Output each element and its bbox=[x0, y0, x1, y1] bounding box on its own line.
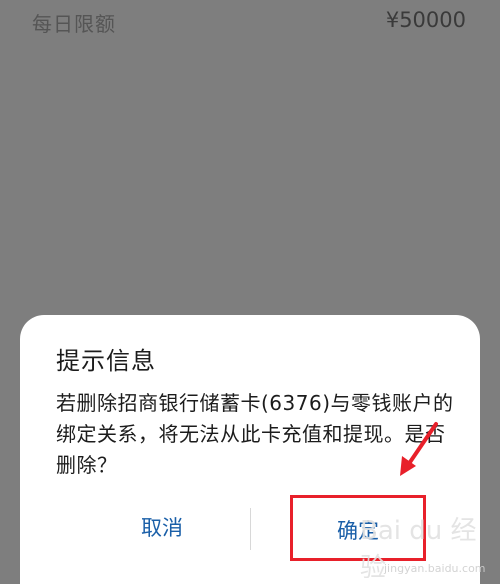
annotation-arrow-icon bbox=[400, 422, 438, 476]
dialog-title: 提示信息 bbox=[56, 347, 156, 375]
daily-limit-label: 每日限额 bbox=[32, 12, 116, 36]
baidu-watermark: Bai du 经验 jingyan.baidu.com bbox=[360, 510, 490, 584]
daily-limit-row: 每日限额 ¥50000 bbox=[0, 0, 500, 44]
cancel-button[interactable]: 取消 bbox=[72, 505, 252, 551]
watermark-url: jingyan.baidu.com bbox=[384, 562, 486, 575]
button-divider bbox=[250, 508, 251, 550]
daily-limit-value: ¥50000 bbox=[385, 8, 466, 32]
